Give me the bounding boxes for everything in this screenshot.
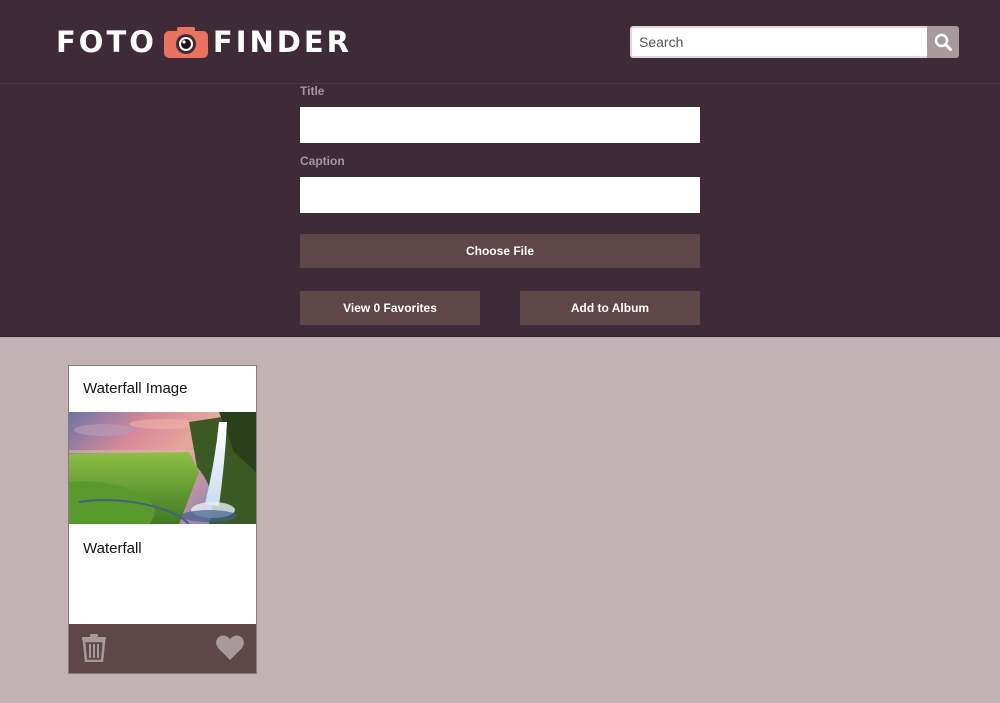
card-footer: [69, 624, 256, 673]
caption-input[interactable]: [300, 177, 700, 213]
heart-icon[interactable]: [216, 635, 244, 664]
search-bar: [630, 26, 959, 58]
caption-label: Caption: [300, 154, 345, 168]
card-title[interactable]: Waterfall Image: [83, 380, 187, 397]
search-input[interactable]: [630, 26, 927, 58]
header: FOTO FINDER Title Caption Choose File Vi…: [0, 0, 1000, 337]
header-divider: [0, 83, 1000, 84]
trash-icon[interactable]: [81, 634, 107, 666]
title-label: Title: [300, 84, 325, 98]
logo[interactable]: FOTO FINDER: [56, 22, 352, 62]
logo-text-right: FINDER: [212, 25, 352, 59]
title-input[interactable]: [300, 107, 700, 143]
search-button[interactable]: [927, 26, 959, 58]
add-to-album-button[interactable]: Add to Album: [520, 291, 700, 325]
photo-card: Waterfall Image Waterfall: [68, 365, 257, 674]
choose-file-button[interactable]: Choose File: [300, 234, 700, 268]
logo-text-left: FOTO: [56, 25, 157, 59]
waterfall-photo: [69, 412, 256, 524]
card-caption[interactable]: Waterfall: [83, 540, 142, 557]
camera-icon: [163, 25, 209, 59]
search-icon: [934, 33, 952, 51]
view-favorites-button[interactable]: View 0 Favorites: [300, 291, 480, 325]
